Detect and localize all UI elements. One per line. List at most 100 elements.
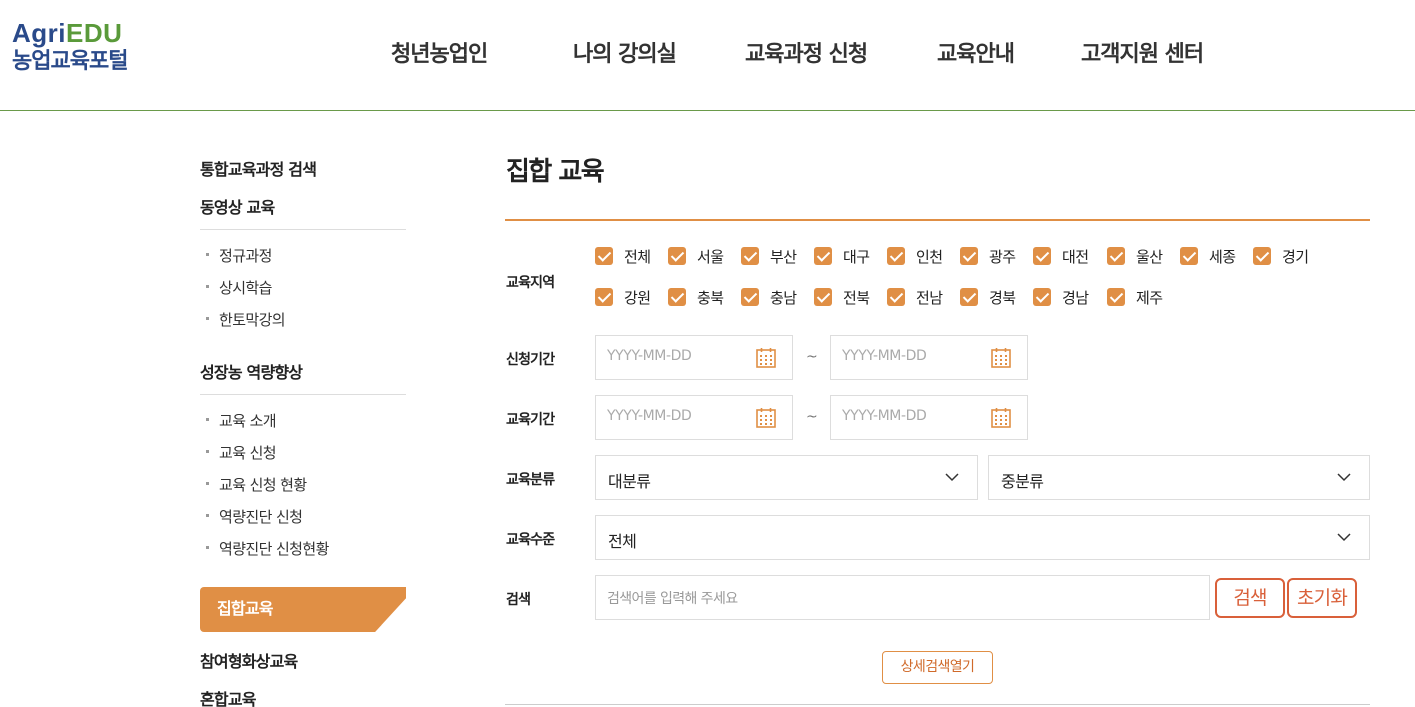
region-checkbox[interactable]: 경기 [1253,247,1323,267]
sidebar-item-group-education[interactable]: 집합교육 [200,587,406,632]
range-separator: ~ [806,409,818,425]
region-checkbox-label: 전남 [916,289,943,307]
check-icon[interactable] [1253,247,1271,265]
apply-end-date-input[interactable]: YYYY-MM-DD [830,335,1028,380]
calendar-icon[interactable] [756,347,776,368]
check-icon[interactable] [887,247,905,265]
bullet-icon [206,482,209,485]
apply-period-label: 신청기간 [506,352,555,368]
level-select[interactable]: 전체 [595,515,1370,560]
check-icon[interactable] [595,288,613,306]
check-icon[interactable] [814,288,832,306]
region-checkbox[interactable]: 인천 [887,247,957,267]
sidebar-subitem-label: 상시학습 [219,279,272,297]
check-icon[interactable] [668,247,686,265]
nav-customer-support[interactable]: 고객지원 센터 [1081,36,1204,68]
calendar-icon[interactable] [991,407,1011,428]
sidebar-subitem-apply[interactable]: 교육 신청 [206,442,277,463]
select-value: 중분류 [1001,472,1044,491]
region-checkbox-label: 세종 [1209,248,1236,266]
region-checkbox-label: 제주 [1136,289,1163,307]
detail-search-toggle-button[interactable]: 상세검색열기 [882,651,993,684]
check-icon[interactable] [1180,247,1198,265]
nav-youth-farmer[interactable]: 청년농업인 [391,36,488,68]
region-checkbox[interactable]: 전남 [887,288,957,308]
region-checkbox[interactable]: 강원 [595,288,665,308]
region-checkbox[interactable]: 충북 [668,288,738,308]
sidebar-subitem-label: 역량진단 신청 [219,508,303,526]
check-icon[interactable] [887,288,905,306]
bullet-icon [206,514,209,517]
region-checkbox-label: 대전 [1062,248,1089,266]
sidebar-subitem-intro[interactable]: 교육 소개 [206,410,277,431]
date-placeholder: YYYY-MM-DD [607,408,692,424]
sidebar-item-blended[interactable]: 혼합교육 [200,686,256,707]
region-checkbox[interactable]: 부산 [741,247,811,267]
check-icon[interactable] [1033,288,1051,306]
date-placeholder: YYYY-MM-DD [842,348,927,364]
sidebar-subitem-label: 교육 신청 현황 [219,476,307,494]
region-checkbox[interactable]: 경남 [1033,288,1103,308]
check-icon[interactable] [960,247,978,265]
bullet-icon [206,317,209,320]
major-category-select[interactable]: 대분류 [595,455,978,500]
region-checkbox[interactable]: 경북 [960,288,1030,308]
check-icon[interactable] [741,288,759,306]
check-icon[interactable] [595,247,613,265]
check-icon[interactable] [741,247,759,265]
sidebar-subitem-anytime[interactable]: 상시학습 [206,277,272,298]
level-label: 교육수준 [506,532,555,548]
region-checkbox-label: 울산 [1136,248,1163,266]
region-checkbox-label: 부산 [770,248,797,266]
middle-category-select[interactable]: 중분류 [988,455,1370,500]
region-checkbox[interactable]: 세종 [1180,247,1250,267]
sidebar-subitem-diagnosis-status[interactable]: 역량진단 신청현황 [206,538,329,559]
region-checkbox-label: 광주 [989,248,1016,266]
search-input[interactable]: 검색어를 입력해 주세요 [595,575,1210,620]
sidebar-item-growth[interactable]: 성장농 역량향상 [200,359,303,383]
sidebar-subitem-diagnosis[interactable]: 역량진단 신청 [206,506,303,527]
region-checkbox-label: 경남 [1062,289,1089,307]
sidebar-item-video-conference[interactable]: 참여형화상교육 [200,648,298,672]
region-checkbox[interactable]: 충남 [741,288,811,308]
calendar-icon[interactable] [756,407,776,428]
check-icon[interactable] [668,288,686,306]
sidebar-subitem-apply-status[interactable]: 교육 신청 현황 [206,474,307,495]
sidebar-subitem-regular[interactable]: 정규과정 [206,245,272,266]
region-checkbox[interactable]: 서울 [668,247,738,267]
sidebar-divider [200,394,406,395]
check-icon[interactable] [960,288,978,306]
sidebar-subitem-short-lecture[interactable]: 한토막강의 [206,309,286,330]
bullet-icon [206,285,209,288]
sidebar-item-video-education[interactable]: 동영상 교육 [200,194,275,218]
check-icon[interactable] [1107,247,1125,265]
select-value: 전체 [608,532,637,551]
region-checkbox[interactable]: 전체 [595,247,665,267]
check-icon[interactable] [1033,247,1051,265]
range-separator: ~ [806,349,818,365]
apply-start-date-input[interactable]: YYYY-MM-DD [595,335,793,380]
calendar-icon[interactable] [991,347,1011,368]
date-placeholder: YYYY-MM-DD [842,408,927,424]
search-button[interactable]: 검색 [1215,578,1285,618]
chevron-down-icon [1337,473,1351,482]
region-checkbox[interactable]: 광주 [960,247,1030,267]
region-checkbox[interactable]: 전북 [814,288,884,308]
nav-my-classroom[interactable]: 나의 강의실 [573,36,677,68]
reset-button[interactable]: 초기화 [1287,578,1357,618]
nav-education-info[interactable]: 교육안내 [937,36,1015,68]
sidebar-item-integrated-search[interactable]: 통합교육과정 검색 [200,156,317,180]
check-icon[interactable] [814,247,832,265]
sidebar-subitem-label: 역량진단 신청현황 [219,540,329,558]
nav-course-application[interactable]: 교육과정 신청 [745,36,868,68]
region-checkbox-label: 전북 [843,289,870,307]
edu-end-date-input[interactable]: YYYY-MM-DD [830,395,1028,440]
region-checkbox[interactable]: 대구 [814,247,884,267]
edu-start-date-input[interactable]: YYYY-MM-DD [595,395,793,440]
title-divider [505,219,1370,221]
region-checkbox[interactable]: 제주 [1107,288,1177,308]
check-icon[interactable] [1107,288,1125,306]
region-checkbox[interactable]: 대전 [1033,247,1103,267]
region-checkbox[interactable]: 울산 [1107,247,1177,267]
search-label: 검색 [506,592,531,608]
